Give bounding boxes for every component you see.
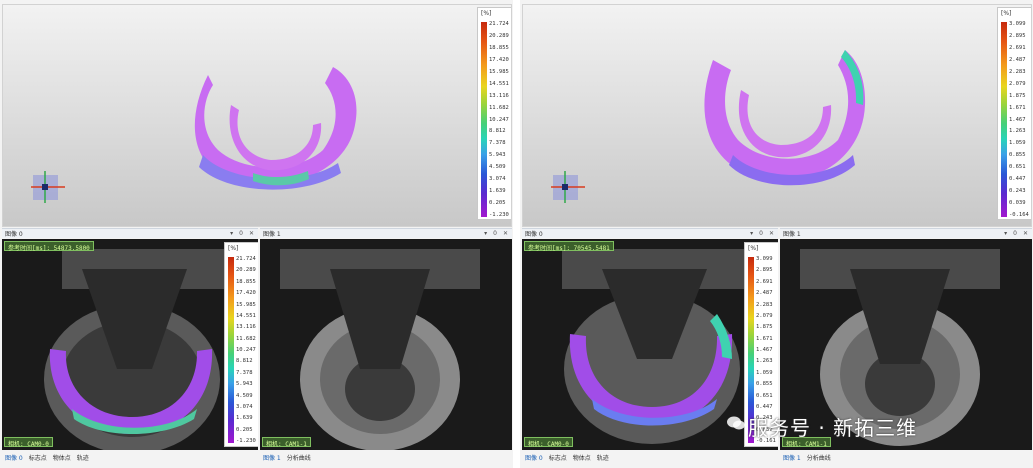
wechat-icon bbox=[727, 416, 745, 430]
axis-gizmo-icon bbox=[551, 171, 585, 203]
tire-image bbox=[260, 239, 512, 450]
reference-time: 参考时间[ms]: 54873.5800 bbox=[4, 241, 94, 252]
close-icon[interactable]: ✕ bbox=[1023, 230, 1028, 237]
tab-analysis-curve[interactable]: 分析曲线 bbox=[287, 453, 311, 462]
pane1-header-left: 图像 1 ▾ 0 ✕ bbox=[260, 228, 512, 238]
close-icon[interactable]: ✕ bbox=[249, 230, 254, 237]
dropdown-icon[interactable]: ▾ bbox=[230, 230, 233, 237]
status-bar-left-0: 图像 0 标志点 物体点 轨迹 bbox=[2, 451, 258, 464]
status-bar-right-1: 图像 1 分析曲线 bbox=[780, 451, 1032, 464]
pane0-header-right: 图像 0 ▾ 0 ✕ bbox=[522, 228, 778, 238]
tab-object-points[interactable]: 物体点 bbox=[53, 453, 71, 462]
tab-image1[interactable]: 图像 1 bbox=[263, 453, 281, 462]
watermark: 服务号 · 新拓三维 bbox=[748, 416, 918, 440]
axis-gizmo-icon bbox=[31, 171, 65, 203]
tab-trajectory[interactable]: 轨迹 bbox=[77, 453, 89, 462]
color-scale-right: [%] 3.099 2.895 2.691 2.487 2.283 2.079 1.87… bbox=[997, 7, 1031, 220]
close-icon[interactable]: ✕ bbox=[769, 230, 774, 237]
camera-label: 相机: CAM0-0 bbox=[4, 437, 53, 448]
tire-image bbox=[2, 239, 258, 450]
tab-trajectory[interactable]: 轨迹 bbox=[597, 453, 609, 462]
scale-unit: [%] bbox=[481, 10, 492, 17]
pane0-header-left: 图像 0 ▾ 0 ✕ bbox=[2, 228, 258, 238]
camera-label: 相机: CAM1-1 bbox=[262, 437, 311, 448]
pin-icon[interactable]: 0 bbox=[239, 230, 243, 237]
status-bar-right-0: 图像 0 标志点 物体点 轨迹 bbox=[522, 451, 778, 464]
3d-view-left[interactable]: [%] 21.724 20.289 18.855 17.420 15.985 14.55… bbox=[2, 4, 512, 227]
tab-markers[interactable]: 标志点 bbox=[549, 453, 567, 462]
tab-markers[interactable]: 标志点 bbox=[29, 453, 47, 462]
close-icon[interactable]: ✕ bbox=[503, 230, 508, 237]
camera-image-1-left[interactable]: 相机: CAM1-1 bbox=[260, 239, 512, 450]
left-panel: [%] 21.724 20.289 18.855 17.420 15.985 14.55… bbox=[0, 0, 513, 468]
tab-image0[interactable]: 图像 0 bbox=[525, 453, 543, 462]
tab-image0[interactable]: 图像 0 bbox=[5, 453, 23, 462]
pin-icon[interactable]: 0 bbox=[1013, 230, 1017, 237]
tab-object-points[interactable]: 物体点 bbox=[573, 453, 591, 462]
camera-label: 相机: CAM0-0 bbox=[524, 437, 573, 448]
3d-view-right[interactable]: [%] 3.099 2.895 2.691 2.487 2.283 2.079 1.87… bbox=[522, 4, 1032, 227]
status-bar-left-1: 图像 1 分析曲线 bbox=[260, 451, 512, 464]
reference-time: 参考时间[ms]: 70545.5481 bbox=[524, 241, 614, 252]
pane-title: 图像 1 bbox=[263, 231, 281, 238]
strain-ring-3d bbox=[31, 67, 357, 203]
dropdown-icon[interactable]: ▾ bbox=[750, 230, 753, 237]
dropdown-icon[interactable]: ▾ bbox=[1004, 230, 1007, 237]
dropdown-icon[interactable]: ▾ bbox=[484, 230, 487, 237]
pane-title: 图像 0 bbox=[5, 231, 23, 238]
pin-icon[interactable]: 0 bbox=[493, 230, 497, 237]
pane1-header-right: 图像 1 ▾ 0 ✕ bbox=[780, 228, 1032, 238]
scale-ticks: 21.724 20.289 18.855 17.420 15.985 14.551 13… bbox=[489, 21, 509, 218]
right-panel: [%] 3.099 2.895 2.691 2.487 2.283 2.079 1.87… bbox=[520, 0, 1033, 468]
color-scale-left: [%] 21.724 20.289 18.855 17.420 15.985 14.55… bbox=[477, 7, 511, 220]
tab-analysis-curve[interactable]: 分析曲线 bbox=[807, 453, 831, 462]
strain-ring-3d bbox=[551, 50, 866, 203]
tab-image1[interactable]: 图像 1 bbox=[783, 453, 801, 462]
pin-icon[interactable]: 0 bbox=[759, 230, 763, 237]
color-scale-overlay-left: [%] 21.724 20.289 18.855 17.420 15.985 14.55… bbox=[224, 242, 258, 447]
camera-image-0-left[interactable]: 参考时间[ms]: 54873.5800 相机: CAM0-0 [%] 21.7… bbox=[2, 239, 258, 450]
